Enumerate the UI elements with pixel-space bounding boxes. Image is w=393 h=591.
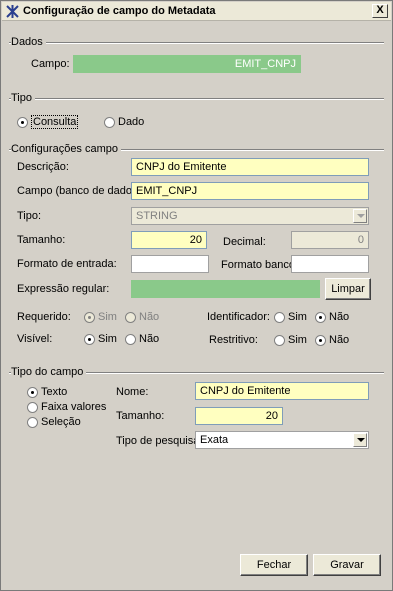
- identificador-sim-radio[interactable]: Sim: [274, 310, 307, 324]
- section-tipo-campo: Tipo do campo: [11, 366, 87, 378]
- radio-dot: [125, 333, 136, 345]
- formato-banco-input[interactable]: [291, 255, 369, 273]
- radio-label: Sim: [288, 311, 307, 323]
- radio-dado[interactable]: Dado: [104, 115, 144, 129]
- radio-label: Não: [329, 311, 350, 323]
- requerido-nao-radio[interactable]: Não: [125, 310, 159, 324]
- section-configuracoes: Configurações campo: [11, 143, 122, 155]
- descricao-label: Descrição:: [17, 161, 69, 173]
- formato-entrada-input[interactable]: [131, 255, 209, 273]
- radio-dot: [274, 311, 285, 323]
- formato-entrada-label: Formato de entrada:: [17, 258, 117, 270]
- gravar-button[interactable]: Gravar: [313, 554, 381, 576]
- tamanho-campo-input[interactable]: 20: [195, 407, 283, 425]
- radio-label: Não: [139, 333, 160, 345]
- restritivo-nao-radio[interactable]: Não: [315, 333, 349, 347]
- fechar-button[interactable]: Fechar: [240, 554, 308, 576]
- identificador-label: Identificador:: [207, 311, 270, 323]
- campo-bd-label: Campo (banco de dados):: [17, 185, 145, 197]
- identificador-nao-radio[interactable]: Não: [315, 310, 349, 324]
- radio-consulta[interactable]: Consulta: [17, 115, 79, 129]
- nome-label: Nome:: [116, 386, 149, 398]
- radio-dot: [315, 334, 326, 346]
- chevron-down-icon: [353, 433, 367, 447]
- radio-dot: [27, 401, 38, 413]
- radio-selecao[interactable]: Seleção: [27, 415, 81, 429]
- restritivo-label: Restritivo:: [209, 334, 258, 346]
- requerido-label: Requerido:: [17, 311, 71, 323]
- radio-label: Sim: [98, 311, 117, 323]
- title-bar[interactable]: Configuração de campo do Metadata X: [2, 2, 391, 21]
- chevron-down-icon: [353, 209, 367, 223]
- radio-dot: [84, 333, 95, 345]
- tamanho-label: Tamanho:: [17, 234, 66, 246]
- formato-banco-label: Formato banco:: [221, 259, 299, 271]
- radio-dot: [274, 334, 285, 346]
- radio-label: Faixa valores: [41, 401, 107, 413]
- limpar-button[interactable]: Limpar: [325, 278, 371, 300]
- section-dados: Dados: [11, 36, 46, 48]
- requerido-sim-radio[interactable]: Sim: [84, 310, 117, 324]
- radio-dot: [27, 416, 38, 428]
- decimal-label: Decimal:: [223, 236, 266, 248]
- section-tipo: Tipo: [11, 92, 35, 104]
- divider: [9, 42, 384, 44]
- visivel-label: Visível:: [17, 333, 53, 345]
- radio-dot: [27, 386, 38, 398]
- descricao-input[interactable]: CNPJ do Emitente: [131, 158, 369, 176]
- pesquisa-select-value: Exata: [200, 434, 229, 446]
- tipo-select[interactable]: STRING: [131, 207, 369, 225]
- radio-faixa-valores[interactable]: Faixa valores: [27, 400, 106, 414]
- tamanho-campo-label: Tamanho:: [116, 410, 165, 422]
- radio-dot: [17, 116, 28, 128]
- campo-field: EMIT_CNPJ: [73, 55, 301, 73]
- nome-input[interactable]: CNPJ do Emitente: [195, 382, 369, 400]
- radio-texto[interactable]: Texto: [27, 385, 67, 399]
- radio-dado-label: Dado: [118, 116, 145, 128]
- decimal-input[interactable]: 0: [291, 231, 369, 249]
- tipo-select-value: STRING: [136, 210, 178, 222]
- close-button[interactable]: X: [372, 4, 388, 18]
- radio-consulta-label: Consulta: [31, 115, 79, 129]
- radio-dot: [315, 311, 326, 323]
- radio-dot: [84, 311, 95, 323]
- radio-dot: [104, 116, 115, 128]
- window-title: Configuração de campo do Metadata: [23, 5, 216, 17]
- campo-bd-input[interactable]: EMIT_CNPJ: [131, 182, 369, 200]
- restritivo-sim-radio[interactable]: Sim: [274, 333, 307, 347]
- expressao-input[interactable]: [131, 280, 320, 298]
- radio-label: Seleção: [41, 416, 81, 428]
- divider: [9, 98, 384, 100]
- campo-label: Campo:: [31, 58, 70, 70]
- tipo-label: Tipo:: [17, 210, 42, 222]
- radio-label: Não: [139, 311, 160, 323]
- pesquisa-select[interactable]: Exata: [195, 431, 369, 449]
- tamanho-input[interactable]: 20: [131, 231, 207, 249]
- app-icon: [6, 5, 19, 18]
- radio-label: Sim: [288, 334, 307, 346]
- visivel-nao-radio[interactable]: Não: [125, 332, 159, 346]
- expressao-label: Expressão regular:: [17, 283, 110, 295]
- radio-dot: [125, 311, 136, 323]
- radio-label: Não: [329, 334, 350, 346]
- visivel-sim-radio[interactable]: Sim: [84, 332, 117, 346]
- radio-label: Texto: [41, 386, 68, 398]
- pesquisa-label: Tipo de pesquisa:: [116, 435, 203, 447]
- dialog-window: Configuração de campo do Metadata X Dado…: [0, 0, 393, 591]
- radio-label: Sim: [98, 333, 117, 345]
